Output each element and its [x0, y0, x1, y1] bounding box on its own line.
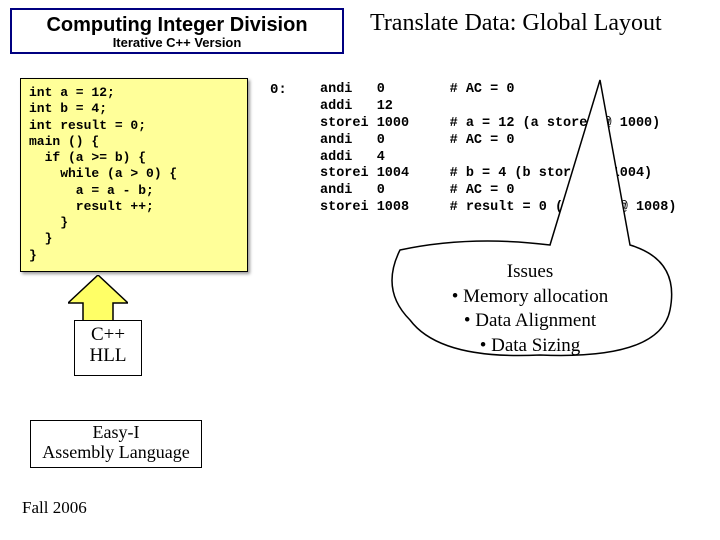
issues-callout: Issues • Memory allocation • Data Alignm… [400, 260, 660, 359]
slide-title: Translate Data: Global Layout [370, 10, 662, 37]
title-main: Computing Integer Division [12, 14, 342, 37]
issues-bullet-3: • Data Sizing [400, 334, 660, 359]
easy-label-2: Assembly Language [31, 443, 201, 463]
title-sub: Iterative C++ Version [12, 35, 342, 50]
cpp-code-box: int a = 12; int b = 4; int result = 0; m… [20, 78, 248, 272]
issues-heading: Issues [400, 260, 660, 285]
asm-code-block: andi 0 # AC = 0 addi 12 storei 1000 # a … [320, 82, 676, 217]
title-box: Computing Integer Division Iterative C++… [10, 8, 344, 54]
cpp-hll-box: C++ HLL [74, 320, 142, 376]
easy-label-1: Easy-I [31, 423, 201, 443]
footer-text: Fall 2006 [22, 498, 87, 518]
cpp-label-2: HLL [75, 346, 141, 367]
issues-bullet-2: • Data Alignment [400, 309, 660, 334]
cpp-label-1: C++ [75, 325, 141, 346]
issues-bullet-1: • Memory allocation [400, 285, 660, 310]
easy-assembly-box: Easy-I Assembly Language [30, 420, 202, 468]
asm-address-label: 0: [270, 82, 287, 98]
